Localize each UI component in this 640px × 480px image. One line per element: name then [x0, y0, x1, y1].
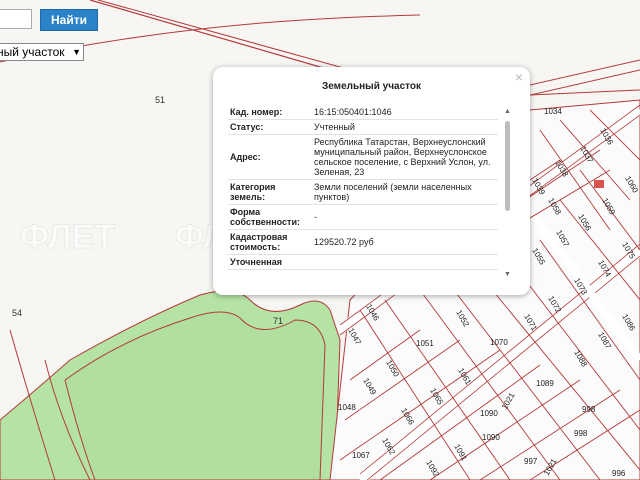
table-row: Форма собственности: -: [228, 204, 498, 230]
row-key: Кад. номер:: [228, 105, 312, 120]
table-row: Кад. номер: 16:15:050401:1046: [228, 105, 498, 120]
parcel-label: 998: [574, 429, 588, 438]
popup-title: Земельный участок: [321, 81, 422, 92]
table-row: Категория земель: Земли поселений (земли…: [228, 179, 498, 205]
parcel-label: 996: [612, 469, 626, 478]
parcel-label: 1051: [416, 339, 434, 348]
search-button[interactable]: Найти: [40, 9, 98, 31]
chevron-down-icon: ▼: [72, 47, 81, 57]
map-label-51: 51: [155, 95, 165, 105]
popup-body: Кад. номер: 16:15:050401:1046 Статус: Уч…: [228, 105, 513, 283]
parcel-label: 998: [582, 405, 596, 414]
row-value: Земли поселений (земли населенных пункто…: [312, 179, 498, 205]
row-value: Учтенный: [312, 119, 498, 135]
map-label-54: 54: [12, 308, 22, 318]
table-row: Кадастровая стоимость: 129520.72 руб: [228, 229, 498, 255]
object-type-select[interactable]: ный участок ▼: [0, 43, 84, 61]
row-key: Кадастровая стоимость:: [228, 229, 312, 255]
parcel-info-popup: × Земельный участок Кад. номер: 16:15:05…: [213, 67, 530, 295]
row-value: 16:15:050401:1046: [312, 105, 498, 120]
selected-parcel-marker[interactable]: [594, 180, 604, 188]
parcel-info-table: Кад. номер: 16:15:050401:1046 Статус: Уч…: [228, 105, 498, 270]
parcel-label: 1089: [536, 379, 554, 388]
parcel-label: 1070: [490, 338, 508, 347]
watermark: ФЛЕТ: [20, 218, 115, 256]
scroll-down-icon[interactable]: ▼: [504, 271, 511, 278]
search-input[interactable]: [0, 9, 32, 29]
scroll-thumb[interactable]: [505, 121, 510, 211]
scroll-up-icon[interactable]: ▲: [504, 108, 511, 115]
object-type-value: ный участок: [0, 45, 65, 59]
table-row: Статус: Учтенный: [228, 119, 498, 135]
row-key: Адрес:: [228, 134, 312, 180]
row-key: Статус:: [228, 119, 312, 135]
popup-scrollbar[interactable]: ▲ ▼: [503, 105, 513, 283]
row-value: 129520.72 руб: [312, 229, 498, 255]
row-value: Республика Татарстан, Верхнеуслонский му…: [312, 134, 498, 180]
parcel-label: 1067: [352, 451, 370, 460]
map-label-71: 71: [273, 316, 283, 326]
row-value: [312, 254, 498, 270]
table-row: Адрес: Республика Татарстан, Верхнеуслон…: [228, 134, 498, 180]
parcel-label: 997: [524, 457, 538, 466]
table-row: Уточненная: [228, 254, 498, 270]
parcel-label: 1090: [482, 433, 500, 442]
row-value: -: [312, 204, 498, 230]
parcel-label: 1048: [338, 403, 356, 412]
row-key: Уточненная: [228, 254, 312, 270]
row-key: Категория земель:: [228, 179, 312, 205]
row-key: Форма собственности:: [228, 204, 312, 230]
parcel-label: 1090: [480, 409, 498, 418]
parcel-label: 1034: [544, 107, 562, 116]
